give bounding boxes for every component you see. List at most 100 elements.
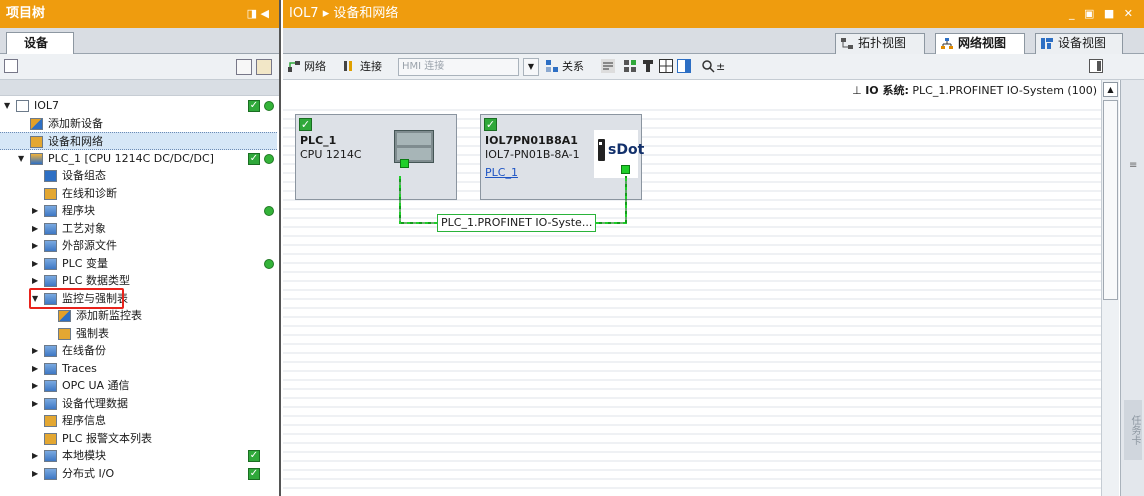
overview-icon[interactable] bbox=[236, 59, 252, 75]
tree-item-label: 外部源文件 bbox=[62, 239, 117, 252]
collapse-arrow-icon[interactable]: ▶ bbox=[32, 447, 38, 465]
tab-topology-view[interactable]: 拓扑视图 bbox=[835, 33, 925, 54]
expand-arrow-icon[interactable]: ▼ bbox=[18, 150, 24, 168]
collapse-arrow-icon[interactable]: ▶ bbox=[32, 395, 38, 413]
plc-icon bbox=[30, 152, 43, 165]
tree-item-label: 设备和网络 bbox=[48, 135, 103, 148]
zoom-toggle[interactable]: ± bbox=[716, 59, 725, 75]
editor-title-bar: IOL7 ▸ 设备和网络 _ ▣ ■ ✕ bbox=[283, 0, 1144, 28]
tree-item[interactable]: ▶ 工艺对象 bbox=[0, 220, 277, 238]
tab-device-label: 设备视图 bbox=[1058, 36, 1107, 50]
panel-collapse-controls[interactable]: ◨ ◀ bbox=[247, 0, 269, 28]
online-status-dot-icon bbox=[264, 101, 274, 111]
network-mode-icon bbox=[288, 61, 300, 72]
tree-item-label: OPC UA 通信 bbox=[62, 379, 130, 392]
tree-item[interactable]: ▶ 外部源文件 bbox=[0, 237, 277, 255]
highlight-annotation-box bbox=[29, 287, 124, 309]
tree-item[interactable]: 强制表 bbox=[0, 325, 277, 343]
tree-item[interactable]: ▶ 分布式 I/O ✓ bbox=[0, 465, 277, 483]
device-list-icon[interactable] bbox=[641, 59, 655, 73]
tree-item[interactable]: 设备和网络 bbox=[0, 132, 277, 150]
canvas-vertical-scrollbar[interactable]: ▲ bbox=[1101, 80, 1119, 496]
tree-item[interactable]: ▶ 设备代理数据 bbox=[0, 395, 277, 413]
tree-item[interactable]: 在线和诊断 bbox=[0, 185, 277, 203]
collapse-arrow-icon[interactable]: ▶ bbox=[32, 255, 38, 273]
scroll-up-arrow-icon[interactable]: ▲ bbox=[1103, 82, 1118, 97]
tree-item-label: 工艺对象 bbox=[62, 221, 106, 235]
connect-button[interactable]: 连接 bbox=[360, 59, 382, 75]
tree-item-label: 程序信息 bbox=[62, 414, 106, 427]
alarm-text-icon bbox=[44, 432, 57, 445]
drag-handle-icon[interactable]: ≡ bbox=[1129, 160, 1137, 171]
panel-toggle-icon[interactable] bbox=[1089, 59, 1103, 73]
tree-item[interactable]: ▶ 在线备份 bbox=[0, 342, 277, 360]
project-tree-toolbar bbox=[0, 54, 279, 80]
collapse-arrow-icon[interactable]: ▶ bbox=[32, 342, 38, 360]
collapse-arrow-icon[interactable]: ▶ bbox=[32, 377, 38, 395]
window-controls[interactable]: _ ▣ ■ ✕ bbox=[1069, 0, 1136, 28]
collapse-arrow-icon[interactable]: ▶ bbox=[32, 360, 38, 378]
scroll-thumb[interactable] bbox=[1103, 100, 1118, 300]
tree-item[interactable]: ▼ 监控与强制表 bbox=[0, 287, 277, 309]
connection-type-dropdown-arrow[interactable]: ▼ bbox=[523, 58, 539, 76]
device-view-icon bbox=[1041, 38, 1053, 49]
status-check-icon: ✓ bbox=[248, 100, 260, 112]
tab-topology-label: 拓扑视图 bbox=[858, 36, 907, 50]
project-tree-tabbar: 设备 bbox=[0, 28, 279, 54]
zoom-icon[interactable] bbox=[701, 59, 715, 73]
tree-item[interactable]: 添加新设备 bbox=[0, 115, 277, 133]
tree-item-label: 设备代理数据 bbox=[62, 396, 128, 410]
collapse-arrow-icon[interactable]: ▶ bbox=[32, 202, 38, 220]
collapse-arrow-icon[interactable]: ▶ bbox=[32, 220, 38, 238]
tree-item[interactable]: 添加新监控表 bbox=[0, 307, 277, 325]
editor-area: IOL7 ▸ 设备和网络 _ ▣ ■ ✕ 拓扑视图 网络视图 设备视图 网络 连… bbox=[283, 0, 1144, 496]
tree-item-label: 设备组态 bbox=[62, 169, 106, 182]
online-status-dot-icon bbox=[264, 206, 274, 216]
tree-item[interactable]: ▼ PLC_1 [CPU 1214C DC/DC/DC] ✓ bbox=[0, 150, 277, 168]
expand-arrow-icon[interactable]: ▼ bbox=[4, 97, 10, 115]
tree-item[interactable]: ▶ OPC UA 通信 bbox=[0, 377, 277, 395]
program-info-icon bbox=[44, 415, 57, 427]
tree-item[interactable]: PLC 报警文本列表 bbox=[0, 430, 277, 448]
status-check-icon: ✓ bbox=[248, 152, 260, 165]
profinet-subnet-line[interactable] bbox=[283, 80, 1101, 496]
status-check-icon: ✓ bbox=[248, 467, 260, 480]
tree-item-label: Traces bbox=[62, 361, 97, 375]
tree-settings-icon[interactable] bbox=[256, 59, 272, 75]
relations-icon bbox=[546, 60, 558, 72]
profinet-network-label[interactable]: PLC_1.PROFINET IO-Syste... bbox=[437, 214, 597, 232]
tree-item[interactable]: ▶ PLC 变量 bbox=[0, 255, 277, 273]
device-config-icon bbox=[44, 170, 57, 182]
tree-item-label: 在线备份 bbox=[62, 344, 106, 357]
collapse-arrow-icon[interactable]: ▶ bbox=[32, 465, 38, 483]
tree-item[interactable]: ▼ IOL7 ✓ bbox=[0, 97, 277, 115]
project-tree-panel: 项目树 ◨ ◀ 设备 ▼ IOL7 ✓ 添加新设备 设备和网络 ▼ PLC_1 [CPU 1… bbox=[0, 0, 281, 496]
network-canvas[interactable]: ⊥ IO 系统: PLC_1.PROFINET IO-System (100) … bbox=[283, 80, 1101, 496]
split-view-icon[interactable] bbox=[677, 59, 691, 73]
online-status-dot-icon bbox=[264, 258, 274, 269]
network-toolbar: 网络 连接 HMI 连接 ▼ 关系 ± bbox=[283, 54, 1144, 80]
connection-icon bbox=[344, 61, 352, 71]
tab-devices[interactable]: 设备 bbox=[6, 32, 74, 54]
folder-icon bbox=[44, 450, 57, 462]
tab-network-view[interactable]: 网络视图 bbox=[935, 33, 1025, 54]
relations-button[interactable]: 关系 bbox=[562, 59, 584, 75]
grid-icon[interactable] bbox=[659, 59, 673, 73]
tree-item-label: 添加新监控表 bbox=[76, 309, 142, 322]
io-system-icon[interactable] bbox=[623, 59, 637, 73]
task-card-tab[interactable]: 任务卡 bbox=[1124, 400, 1142, 460]
view-tabbar: 拓扑视图 网络视图 设备视图 bbox=[283, 28, 1144, 54]
tab-device-view[interactable]: 设备视图 bbox=[1035, 33, 1123, 54]
address-icon[interactable] bbox=[601, 59, 615, 73]
tree-item[interactable]: ▶ 本地模块 ✓ bbox=[0, 447, 277, 465]
connection-type-select[interactable]: HMI 连接 bbox=[398, 58, 519, 76]
tree-item[interactable]: 设备组态 bbox=[0, 167, 277, 185]
add-table-icon bbox=[58, 310, 71, 322]
folder-icon bbox=[44, 257, 57, 270]
network-button[interactable]: 网络 bbox=[304, 59, 326, 75]
tree-view-icon[interactable] bbox=[4, 59, 18, 73]
tree-item[interactable]: ▶ Traces bbox=[0, 360, 277, 378]
tree-item[interactable]: ▶ 程序块 bbox=[0, 202, 277, 220]
collapse-arrow-icon[interactable]: ▶ bbox=[32, 237, 38, 255]
tree-item[interactable]: 程序信息 bbox=[0, 412, 277, 430]
